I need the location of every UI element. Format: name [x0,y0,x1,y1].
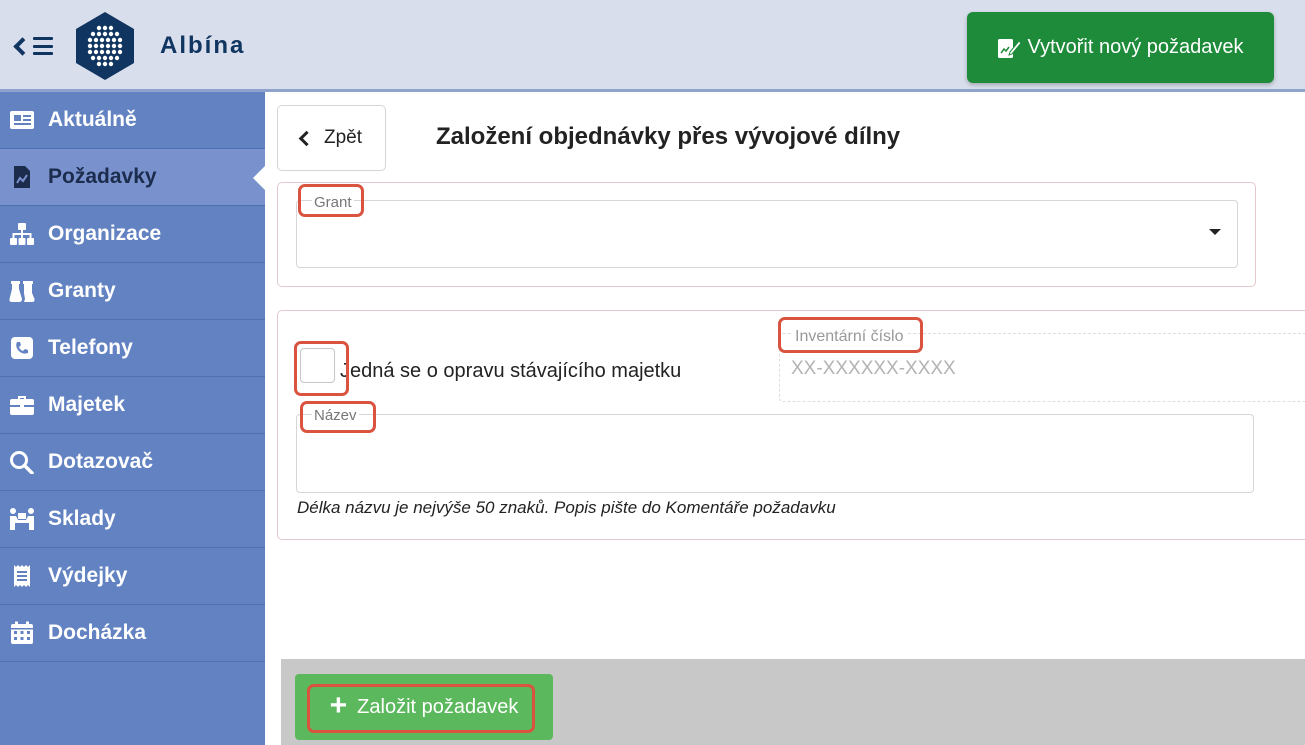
grant-label: Grant [312,194,354,211]
page-title: Založení objednávky přes vývojové dílny [436,123,901,150]
new-request-button[interactable]: Vytvořit nový požadavek [967,12,1274,83]
app-brand-name: Albína [160,32,246,59]
menu-icon [33,37,53,55]
sidebar-toggle-button[interactable] [10,30,62,62]
sidebar-item-organizace[interactable]: Organizace [0,206,265,263]
submit-request-button[interactable]: + Založit požadavek [295,674,553,740]
albina-logo [70,11,140,81]
newspaper-icon [8,107,36,133]
inventory-number-label: Inventární číslo [793,328,906,346]
sidebar-item-dochazka[interactable]: Docházka [0,605,265,662]
sidebar-item-aktualne[interactable]: Aktuálně [0,92,265,149]
sitemap-icon [8,221,36,247]
sidebar-item-label: Majetek [48,393,126,416]
name-label: Název [312,407,359,424]
new-request-label: Vytvořit nový požadavek [1027,36,1244,58]
back-button[interactable]: Zpět [277,105,386,171]
sidebar-item-label: Telefony [48,336,133,359]
repair-checkbox-label[interactable]: Jedná se o opravu stávajícího majetku [340,360,681,383]
caret-down-icon[interactable] [1209,229,1221,235]
sidebar-item-dotazovac[interactable]: Dotazovač [0,434,265,491]
receipt-icon [8,563,36,589]
chevron-left-icon [298,130,315,146]
sidebar-item-granty[interactable]: Granty [0,263,265,320]
sidebar-item-label: Sklady [48,507,116,530]
sidebar-item-label: Docházka [48,621,147,644]
repair-checkbox[interactable] [300,348,335,383]
sidebar-item-telefony[interactable]: Telefony [0,320,265,377]
sidebar-item-label: Výdejky [48,564,128,587]
sidebar-item-majetek[interactable]: Majetek [0,377,265,434]
people-carry-icon [8,506,36,532]
back-label: Zpět [323,127,363,148]
sidebar-item-label: Aktuálně [48,108,137,131]
file-chart-icon [8,164,36,190]
inventory-number-input[interactable] [791,358,1291,380]
search-icon [8,449,36,475]
name-input[interactable] [296,414,1254,493]
sidebar-item-label: Dotazovač [48,450,154,473]
phone-icon [8,335,36,361]
briefcase-icon [8,392,36,418]
sidebar-nav: Aktuálně Požadavky Organizace Granty Tel… [0,92,266,745]
sidebar-item-label: Granty [48,279,116,302]
plus-icon: + [329,688,348,722]
sidebar-item-label: Organizace [48,222,162,245]
calendar-icon [8,620,36,646]
grant-select[interactable] [296,200,1238,268]
submit-label: Založit požadavek [357,695,519,718]
chevron-left-icon [13,36,32,56]
sidebar-item-vydejky[interactable]: Výdejky [0,548,265,605]
sidebar-item-pozadavky[interactable]: Požadavky [0,149,266,206]
name-hint: Délka názvu je nejvýše 50 znaků. Popis p… [297,498,836,517]
file-signature-icon [998,38,1022,58]
top-header: Albína Vytvořit nový požadavek [0,0,1305,92]
flask-icon [8,278,36,304]
sidebar-item-label: Požadavky [48,165,157,188]
sidebar-item-sklady[interactable]: Sklady [0,491,265,548]
